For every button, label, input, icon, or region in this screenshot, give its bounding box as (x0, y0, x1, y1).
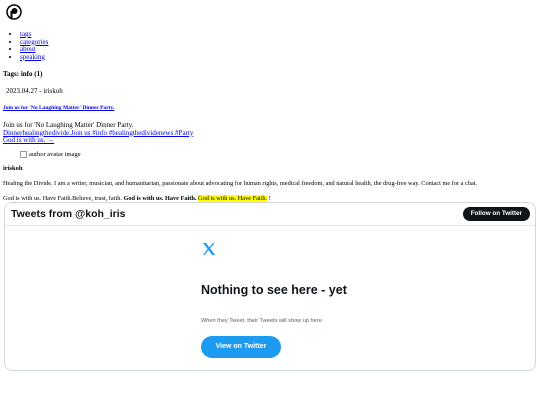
twitter-widget-title: Tweets from @koh_iris (11, 208, 126, 220)
nav-link-speaking[interactable]: speaking (20, 53, 45, 61)
nav-item-speaking: speaking (20, 53, 48, 62)
empty-state-title: Nothing to see here - yet (201, 283, 347, 297)
post-excerpt-block: Join us for 'No Laughing Matter' Dinner … (3, 121, 193, 145)
x-logo-icon (203, 243, 215, 255)
motto-start: God is with us. Have Faith.Believe, trus… (3, 195, 122, 202)
view-on-twitter-button[interactable]: View on Twitter (201, 336, 281, 358)
author-name: iriskoh (3, 165, 23, 172)
motto-bold: God is with us. Have Faith. (123, 195, 197, 202)
post-meta: 2023.04.27 - iriskoh (6, 87, 63, 95)
read-more-link[interactable]: God is with us. → (3, 136, 54, 144)
twitter-widget-header: Tweets from @koh_iris Follow on Twitter (5, 203, 535, 226)
author-avatar: author avatar image (20, 151, 81, 159)
motto-highlight: God is with us. Have Faith. (198, 195, 268, 202)
follow-on-twitter-button[interactable]: Follow on Twitter (462, 207, 530, 221)
broken-image-icon (20, 151, 27, 159)
page-heading: Tags: info (1) (3, 70, 43, 78)
author-avatar-alt: author avatar image (29, 151, 81, 158)
motto-end: ! (268, 195, 271, 202)
empty-state-subtitle: When they Tweet, their Tweets will show … (201, 318, 324, 324)
post-title-link[interactable]: Join us for 'No Laughing Matter' Dinner … (3, 105, 114, 112)
main-nav: tags categories about speaking (6, 30, 48, 62)
twitter-timeline-widget: Tweets from @koh_iris Follow on Twitter … (4, 202, 536, 371)
site-logo-icon[interactable] (6, 4, 22, 20)
author-bio: Healing the Divide. I am a writer, music… (3, 180, 478, 187)
